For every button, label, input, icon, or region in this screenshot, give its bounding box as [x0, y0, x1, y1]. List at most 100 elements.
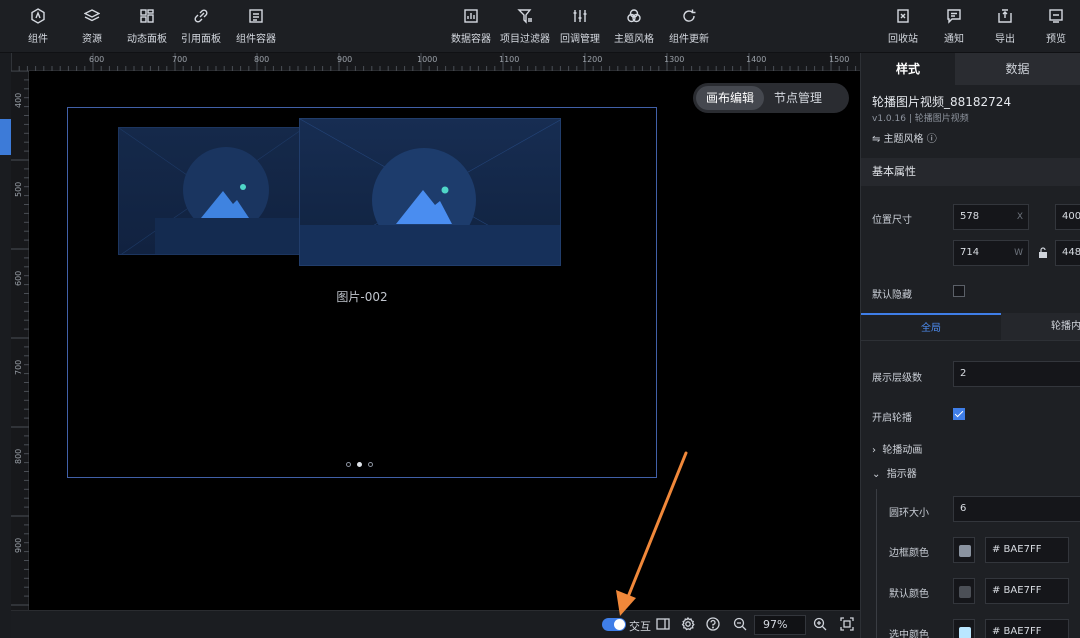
indicator-collapse[interactable]: ⌄ 指示器	[872, 465, 917, 480]
panel-toggle-icon[interactable]	[656, 617, 670, 631]
indicator-label: 指示器	[886, 469, 917, 480]
mode-switch: 画布编辑 节点管理	[693, 83, 849, 113]
top-toolbar: 组件 资源 动态面板 引用面板 组件容器 数据容器 项目过滤器 回调管理 主题风…	[0, 0, 1080, 53]
ruler-label: 500	[14, 181, 23, 197]
x-value: 578	[960, 211, 980, 222]
zoom-in-icon[interactable]	[813, 617, 827, 631]
tool-data-container[interactable]: 数据容器	[440, 7, 502, 45]
lock-icon[interactable]	[1038, 247, 1048, 261]
default-color-value: # BAE7FF	[992, 585, 1042, 596]
default-color-label: 默认颜色	[889, 589, 929, 600]
tool-component[interactable]: 组件	[7, 7, 69, 45]
tool-label: 导出	[995, 34, 1015, 45]
editor-canvas[interactable]: 图片-002 画布编辑 节点管理	[29, 71, 860, 610]
theme-link[interactable]: ⇋ 主题风格 ⓘ	[872, 130, 937, 145]
ruler-label: 1300	[664, 55, 685, 64]
tool-update[interactable]: 组件更新	[658, 7, 720, 45]
w-suffix: W	[1014, 248, 1023, 258]
ring-size-input[interactable]: 6	[953, 496, 1080, 522]
ruler-label: 700	[14, 359, 23, 375]
tool-label: 组件	[28, 34, 48, 45]
color-chip	[959, 545, 971, 557]
levels-label: 展示层级数	[872, 373, 922, 384]
tool-ref-panel[interactable]: 引用面板	[170, 7, 232, 45]
default-color-input[interactable]: # BAE7FF	[985, 578, 1069, 604]
zoom-level-input[interactable]: 97%	[754, 615, 806, 635]
indicator-dot-active[interactable]	[357, 462, 362, 467]
mode-canvas-edit[interactable]: 画布编辑	[696, 86, 765, 110]
carousel-animation-collapse[interactable]: › 轮播动画	[872, 441, 922, 456]
refresh-icon	[680, 7, 698, 25]
tool-preview[interactable]: 预览	[1025, 7, 1080, 45]
default-hidden-label: 默认隐藏	[872, 290, 912, 301]
carousel-image-prev	[118, 127, 303, 255]
x-suffix: X	[1016, 212, 1023, 222]
tool-container[interactable]: 组件容器	[225, 7, 287, 45]
tool-label: 组件容器	[236, 34, 276, 45]
ruler-label: 800	[14, 448, 23, 464]
default-hidden-checkbox[interactable]	[953, 285, 965, 297]
tool-label: 数据容器	[451, 34, 491, 45]
color-chip	[959, 586, 971, 598]
tool-label: 组件更新	[669, 34, 709, 45]
border-color-swatch[interactable]	[953, 537, 975, 563]
selected-color-label: 选中颜色	[889, 630, 929, 638]
y-input[interactable]: 400	[1055, 204, 1080, 230]
tool-theme[interactable]: 主题风格	[603, 7, 665, 45]
ruler-label: 1500	[829, 55, 850, 64]
levels-input[interactable]: 2	[953, 361, 1080, 387]
help-icon[interactable]	[706, 617, 720, 631]
autoplay-checkbox[interactable]	[953, 408, 965, 420]
export-icon	[996, 7, 1014, 25]
ruler-label: 700	[172, 55, 188, 64]
ruler-label: 600	[89, 55, 105, 64]
carousel-indicator	[346, 462, 373, 467]
settings-icon[interactable]	[681, 616, 695, 631]
tool-label: 引用面板	[181, 34, 221, 45]
left-strip	[0, 53, 11, 638]
tab-style[interactable]: 样式	[861, 53, 955, 85]
interact-toggle[interactable]	[602, 618, 626, 631]
ruler-ticks	[11, 71, 29, 606]
sub-tabs: 全局 轮播内	[861, 313, 1080, 341]
width-input[interactable]: 714 W	[953, 240, 1029, 266]
h-value: 448	[1062, 247, 1080, 258]
subtab-carousel-inner[interactable]: 轮播内	[1001, 313, 1080, 340]
tool-dynamic-panel[interactable]: 动态面板	[116, 7, 178, 45]
carousel-component[interactable]: 图片-002	[67, 107, 657, 478]
height-input[interactable]: 448	[1055, 240, 1080, 266]
interact-label: 交互	[629, 620, 651, 633]
component-name: 轮播图片视频_88182724	[872, 95, 1012, 109]
tree-line	[876, 489, 877, 638]
filter-icon	[516, 7, 534, 25]
indicator-dot[interactable]	[346, 462, 351, 467]
section-basic-props[interactable]: 基本属性	[861, 158, 1080, 186]
tool-filter[interactable]: 项目过滤器	[494, 7, 556, 45]
bottom-bar: 交互 97%	[11, 610, 860, 638]
ruler-label: 900	[337, 55, 353, 64]
tool-callback[interactable]: 回调管理	[549, 7, 611, 45]
tool-label: 主题风格	[614, 34, 654, 45]
zoom-out-icon[interactable]	[733, 617, 747, 631]
ruler-label: 1100	[499, 55, 520, 64]
left-strip-handle[interactable]	[0, 119, 11, 155]
indicator-dot[interactable]	[368, 462, 373, 467]
default-color-swatch[interactable]	[953, 578, 975, 604]
carousel-image-current	[299, 118, 561, 266]
ruler-label: 800	[254, 55, 270, 64]
ruler-label: 1000	[417, 55, 438, 64]
panel-tabs: 样式 数据	[861, 53, 1080, 85]
tab-data[interactable]: 数据	[955, 53, 1080, 85]
fit-screen-icon[interactable]	[840, 617, 854, 631]
subtab-global[interactable]: 全局	[861, 313, 1001, 340]
mode-node-manage[interactable]: 节点管理	[764, 86, 832, 110]
horizontal-ruler: 600 700 800 900 1000 1100 1200 1300 1400…	[11, 53, 860, 71]
selected-color-swatch[interactable]	[953, 619, 975, 638]
link-icon	[192, 7, 210, 25]
border-color-input[interactable]: # BAE7FF	[985, 537, 1069, 563]
selected-color-input[interactable]: # BAE7FF	[985, 619, 1069, 638]
tool-resources[interactable]: 资源	[61, 7, 123, 45]
x-input[interactable]: 578 X	[953, 204, 1029, 230]
dynamic-panel-icon	[138, 7, 156, 25]
levels-value: 2	[960, 368, 967, 379]
